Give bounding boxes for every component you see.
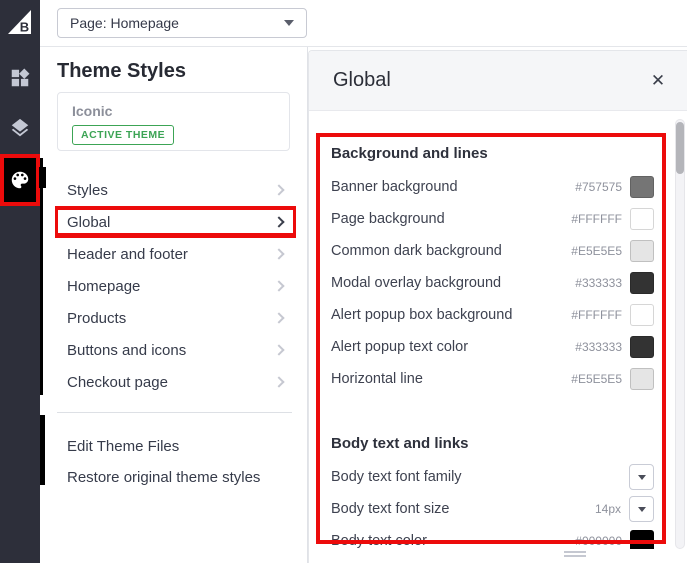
- topbar: Page: Homepage: [40, 0, 687, 47]
- setting-row-body-text-font-family: Body text font family: [331, 461, 654, 493]
- setting-label: Alert popup box background: [331, 307, 571, 323]
- setting-label: Body text font family: [331, 469, 621, 485]
- menu-item-header-and-footer[interactable]: Header and footer: [55, 238, 296, 270]
- app-sidebar: B: [0, 0, 40, 563]
- chevron-right-icon: [273, 376, 284, 387]
- resize-handle[interactable]: [564, 551, 586, 559]
- setting-row-common-dark-background: Common dark background #E5E5E5: [331, 235, 654, 267]
- setting-row-body-text-color: Body text color #000000: [331, 525, 654, 549]
- settings-panel-body: Background and lines Banner background #…: [309, 111, 687, 549]
- settings-panel-title: Global: [333, 69, 391, 92]
- setting-row-body-text-font-size: Body text font size 14px: [331, 493, 654, 525]
- section-heading: Body text and links: [331, 433, 654, 455]
- scrollbar-thumb[interactable]: [676, 122, 684, 174]
- color-swatch[interactable]: [630, 336, 654, 358]
- panel-title: Theme Styles: [57, 60, 186, 83]
- setting-hex-value: #E5E5E5: [571, 372, 622, 386]
- theme-panel-footer-links: Edit Theme Files Restore original theme …: [67, 431, 260, 493]
- palette-icon: [9, 169, 31, 191]
- setting-row-alert-popup-text-color: Alert popup text color #333333: [331, 331, 654, 363]
- edit-theme-files-link[interactable]: Edit Theme Files: [67, 431, 260, 462]
- menu-item-label: Buttons and icons: [67, 342, 275, 359]
- setting-hex-value: #FFFFFF: [571, 308, 622, 322]
- color-swatch[interactable]: [630, 530, 654, 549]
- logo-letter: B: [20, 20, 29, 35]
- menu-item-buttons-and-icons[interactable]: Buttons and icons: [55, 334, 296, 366]
- color-swatch[interactable]: [630, 272, 654, 294]
- close-icon[interactable]: ✕: [644, 67, 672, 95]
- chevron-down-icon: [638, 507, 646, 512]
- setting-label: Page background: [331, 211, 571, 227]
- setting-row-page-background: Page background #FFFFFF: [331, 203, 654, 235]
- setting-hex-value: #E5E5E5: [571, 244, 622, 258]
- setting-row-banner-background: Banner background #757575: [331, 171, 654, 203]
- menu-item-label: Header and footer: [67, 246, 275, 263]
- page-selector-label: Page: Homepage: [70, 15, 284, 31]
- global-settings-panel: Global ✕ Background and lines Banner bac…: [308, 50, 687, 563]
- color-swatch[interactable]: [630, 176, 654, 198]
- settings-panel-header: Global ✕: [309, 51, 687, 111]
- setting-label: Common dark background: [331, 243, 571, 259]
- setting-hex-value: #333333: [575, 276, 622, 290]
- menu-item-label: Styles: [67, 182, 275, 199]
- chevron-down-icon: [638, 475, 646, 480]
- setting-label: Banner background: [331, 179, 575, 195]
- chevron-right-icon: [273, 344, 284, 355]
- layers-icon[interactable]: [0, 108, 40, 148]
- page-selector-dropdown[interactable]: Page: Homepage: [57, 8, 307, 38]
- theme-styles-nav-active[interactable]: [0, 154, 40, 206]
- menu-item-products[interactable]: Products: [55, 302, 296, 334]
- restore-original-theme-styles-link[interactable]: Restore original theme styles: [67, 462, 260, 493]
- menu-item-label: Global: [67, 214, 275, 231]
- setting-hex-value: #000000: [575, 534, 622, 548]
- active-theme-badge: ACTIVE THEME: [72, 125, 174, 145]
- color-swatch[interactable]: [630, 304, 654, 326]
- chevron-down-icon: [284, 20, 294, 26]
- chevron-right-icon: [273, 280, 284, 291]
- color-swatch[interactable]: [630, 368, 654, 390]
- section-heading: Background and lines: [331, 143, 654, 165]
- setting-hex-value: #333333: [575, 340, 622, 354]
- divider: [57, 412, 292, 413]
- setting-row-alert-popup-box-background: Alert popup box background #FFFFFF: [331, 299, 654, 331]
- color-swatch[interactable]: [630, 240, 654, 262]
- scrollbar-track[interactable]: [675, 119, 685, 549]
- menu-item-styles[interactable]: Styles: [55, 174, 296, 206]
- setting-label: Body text color: [331, 533, 575, 549]
- setting-label: Alert popup text color: [331, 339, 575, 355]
- menu-item-homepage[interactable]: Homepage: [55, 270, 296, 302]
- setting-hex-value: #FFFFFF: [571, 212, 622, 226]
- setting-label: Modal overlay background: [331, 275, 575, 291]
- setting-label: Body text font size: [331, 501, 595, 517]
- setting-value: 14px: [595, 502, 621, 516]
- chevron-right-icon: [273, 184, 284, 195]
- menu-item-label: Checkout page: [67, 374, 275, 391]
- menu-item-checkout-page[interactable]: Checkout page: [55, 366, 296, 398]
- theme-editor-screen: B Page: Homepage Theme Styles Iconic ACT…: [0, 0, 687, 563]
- theme-styles-panel: Theme Styles Iconic ACTIVE THEME Styles …: [40, 47, 308, 563]
- dropdown-button[interactable]: [629, 464, 654, 490]
- chevron-right-icon: [273, 216, 284, 227]
- chevron-right-icon: [273, 248, 284, 259]
- menu-item-label: Products: [67, 310, 275, 327]
- theme-name: Iconic: [72, 103, 275, 119]
- active-theme-card: Iconic ACTIVE THEME: [57, 92, 290, 151]
- widgets-icon[interactable]: [0, 58, 40, 98]
- menu-item-global[interactable]: Global: [55, 206, 296, 238]
- dropdown-button[interactable]: [629, 496, 654, 522]
- setting-label: Horizontal line: [331, 371, 571, 387]
- color-swatch[interactable]: [630, 208, 654, 230]
- theme-settings-menu: Styles Global Header and footer Homepage…: [55, 174, 296, 398]
- chevron-right-icon: [273, 312, 284, 323]
- bigcommerce-logo[interactable]: B: [0, 2, 40, 42]
- setting-hex-value: #757575: [575, 180, 622, 194]
- setting-row-horizontal-line: Horizontal line #E5E5E5: [331, 363, 654, 395]
- setting-row-modal-overlay-background: Modal overlay background #333333: [331, 267, 654, 299]
- menu-item-label: Homepage: [67, 278, 275, 295]
